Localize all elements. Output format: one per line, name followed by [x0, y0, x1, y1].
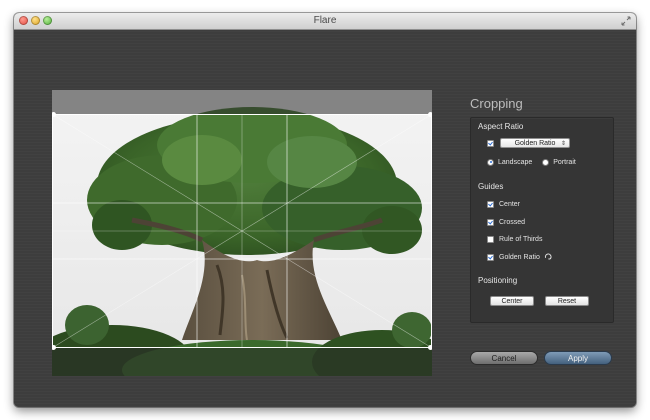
- guides-heading: Guides: [478, 182, 504, 191]
- aspect-ratio-select-value: Golden Ratio: [514, 140, 556, 147]
- reset-crop-button[interactable]: Reset: [545, 296, 589, 306]
- orientation-row: Landscape Portrait: [487, 157, 576, 167]
- guide-center-checkbox[interactable]: [487, 200, 494, 208]
- aspect-ratio-heading: Aspect Ratio: [478, 122, 524, 131]
- landscape-radio[interactable]: [487, 158, 494, 166]
- main-content: Cropping Aspect Ratio Golden Ratio ⇕ Lan…: [14, 30, 636, 407]
- portrait-radio[interactable]: [542, 158, 550, 166]
- title-bar: Flare: [14, 13, 636, 30]
- aspect-ratio-select[interactable]: Golden Ratio ⇕: [500, 138, 570, 148]
- aspect-ratio-toggle-row: [487, 138, 499, 148]
- cancel-button[interactable]: Cancel: [470, 351, 538, 365]
- guide-rule-of-thirds-label: Rule of Thirds: [499, 235, 543, 243]
- rotate-golden-spiral-icon[interactable]: [544, 253, 552, 261]
- guide-golden-ratio-row[interactable]: Golden Ratio: [487, 252, 552, 262]
- guide-golden-ratio-checkbox[interactable]: [487, 253, 494, 261]
- apply-button[interactable]: Apply: [544, 351, 612, 365]
- fullscreen-icon[interactable]: [621, 16, 631, 26]
- app-window: Flare Cropping Aspect Ratio Golden Ratio…: [14, 13, 636, 407]
- panel-title: Cropping: [470, 96, 523, 111]
- positioning-heading: Positioning: [478, 276, 518, 285]
- center-crop-button[interactable]: Center: [490, 296, 534, 306]
- guide-crossed-checkbox[interactable]: [487, 218, 494, 226]
- portrait-label: Portrait: [553, 158, 576, 166]
- guide-golden-ratio-label: Golden Ratio: [499, 253, 540, 261]
- guide-rule-of-thirds-checkbox[interactable]: [487, 235, 494, 243]
- select-arrows-icon: ⇕: [560, 141, 566, 147]
- landscape-label: Landscape: [498, 158, 533, 166]
- crop-guides: [52, 112, 432, 350]
- aspect-ratio-checkbox[interactable]: [487, 139, 494, 147]
- guide-crossed-row[interactable]: Crossed: [487, 217, 525, 227]
- guide-center-row[interactable]: Center: [487, 199, 520, 209]
- window-title: Flare: [313, 15, 337, 26]
- image-canvas[interactable]: [52, 90, 432, 376]
- guide-center-label: Center: [499, 200, 521, 208]
- guide-crossed-label: Crossed: [499, 218, 526, 226]
- guide-rule-of-thirds-row[interactable]: Rule of Thirds: [487, 234, 542, 244]
